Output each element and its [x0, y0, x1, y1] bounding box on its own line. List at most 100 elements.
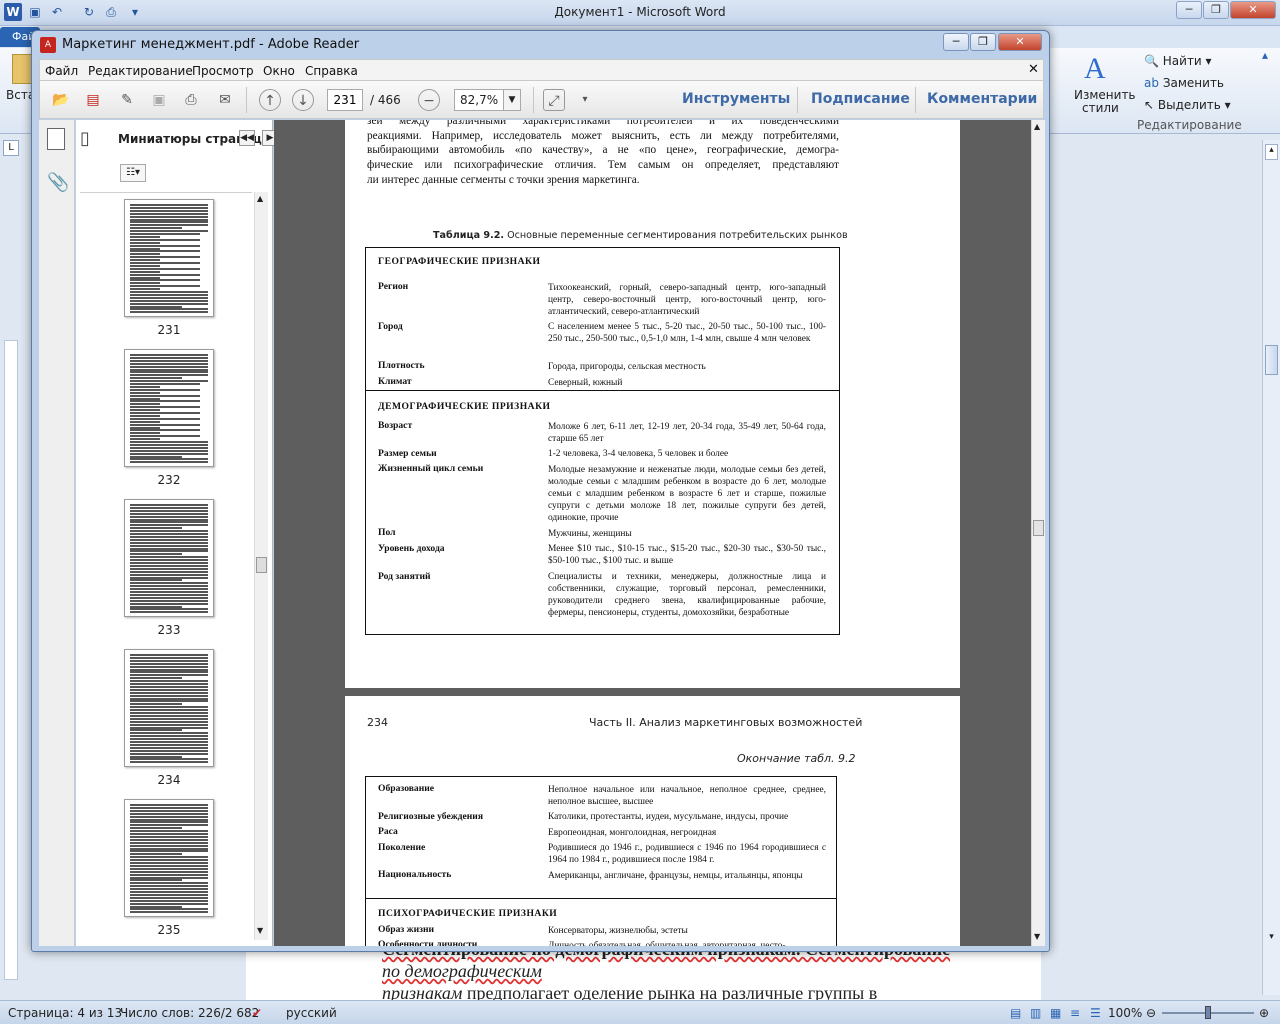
- next-page-icon[interactable]: ↓: [292, 89, 314, 111]
- table-row-value: Молодые незамужние и неженатые люди, мол…: [548, 464, 826, 523]
- word-scroll-down-icon[interactable]: ▾: [1265, 932, 1278, 948]
- menu-view[interactable]: Просмотр: [192, 64, 254, 78]
- change-styles-label[interactable]: Изменить: [1074, 88, 1136, 102]
- demographic-header: ДЕМОГРАФИЧЕСКИЕ ПРИЗНАКИ: [378, 401, 551, 412]
- doc-scroll-down-icon[interactable]: ▼: [1034, 932, 1040, 941]
- outline-icon[interactable]: ≡: [1070, 1006, 1080, 1020]
- ribbon-collapse-icon[interactable]: ▴: [1262, 48, 1268, 62]
- page-thumbnail[interactable]: [124, 499, 214, 617]
- page-thumbnail[interactable]: [124, 649, 214, 767]
- tools-pane-button[interactable]: Инструменты: [682, 91, 790, 107]
- spellcheck-icon[interactable]: ✔: [252, 1006, 262, 1020]
- table-row-value: Тихоокеанский, горный, северо-западный ц…: [548, 282, 826, 317]
- pdf-page: 234 Часть II. Анализ маркетинговых возмо…: [345, 696, 960, 946]
- comment-pane-button[interactable]: Комментарии: [927, 91, 1037, 107]
- table-caption-text: Основные переменные сегментирования потр…: [504, 230, 848, 241]
- table-row-label: Жизненный цикл семьи: [378, 463, 484, 475]
- reader-minimize-button[interactable]: ─: [943, 33, 969, 51]
- edit-icon[interactable]: ✎: [116, 89, 138, 111]
- thumbnail-options-icon[interactable]: ☷▾: [120, 164, 146, 182]
- reader-close-button[interactable]: ✕: [998, 33, 1042, 51]
- page-thumbnail[interactable]: [124, 199, 214, 317]
- document-view[interactable]: зей между различными характеристиками по…: [274, 120, 1031, 946]
- replace-button[interactable]: ab Заменить: [1144, 76, 1224, 90]
- zoom-dropdown-icon[interactable]: ▼: [503, 89, 521, 111]
- table-row-value: Консерваторы, жизнелюбы, эстеты: [548, 925, 688, 936]
- thumbnail-page-number: 232: [157, 473, 181, 487]
- sign-pane-button[interactable]: Подписание: [811, 91, 910, 107]
- zoom-out-icon[interactable]: −: [418, 89, 440, 111]
- close-document-icon[interactable]: ✕: [1028, 62, 1039, 77]
- change-styles-label-2[interactable]: стили: [1082, 101, 1119, 115]
- fit-page-icon[interactable]: ⤢: [543, 89, 565, 111]
- intro-line: реакциями. Например, исследователь может…: [367, 129, 839, 142]
- table-row-label: Род занятий: [378, 570, 431, 582]
- word-maximize-button[interactable]: ❐: [1203, 1, 1229, 19]
- menu-edit[interactable]: Редактирование: [88, 64, 193, 78]
- adobe-reader-window[interactable]: A Маркетинг менеджмент.pdf - Adobe Reade…: [31, 30, 1050, 952]
- zoom-in-icon[interactable]: ⊕: [1259, 1006, 1269, 1020]
- table-row-value: Католики, протестанты, иудеи, мусульмане…: [548, 812, 789, 822]
- thumb-scroll-up-icon[interactable]: ▲: [257, 194, 263, 203]
- table-caption-number: Таблица 9.2.: [433, 230, 505, 241]
- thumbnails-scrollbar[interactable]: ▲ ▼: [254, 192, 268, 940]
- table-row-label: Поколение: [378, 841, 426, 853]
- toolbar-separator: [246, 87, 247, 113]
- intro-line: зей между различными характеристиками по…: [367, 120, 839, 127]
- word-scroll-up-icon[interactable]: ▴: [1265, 144, 1278, 160]
- word-vertical-scrollbar[interactable]: ▴ ▾: [1262, 140, 1280, 995]
- document-scrollbar[interactable]: ▲ ▼: [1031, 120, 1045, 946]
- menu-window[interactable]: Окно: [263, 64, 295, 78]
- email-icon[interactable]: ✉: [214, 89, 236, 111]
- word-close-button[interactable]: ✕: [1230, 1, 1276, 19]
- doc-scroll-up-icon[interactable]: ▲: [1034, 122, 1040, 131]
- word-minimize-button[interactable]: ─: [1176, 1, 1202, 19]
- save-icon[interactable]: ▣: [148, 89, 170, 111]
- select-button[interactable]: ↖ Выделить ▾: [1144, 98, 1231, 112]
- reader-maximize-button[interactable]: ❐: [970, 33, 996, 51]
- open-icon[interactable]: 📂: [50, 89, 72, 111]
- status-language[interactable]: русский: [286, 1006, 337, 1020]
- attachments-icon[interactable]: 📎: [47, 172, 69, 193]
- zoom-level-field[interactable]: 82,7%: [454, 89, 504, 111]
- previous-page-icon[interactable]: ↑: [259, 89, 281, 111]
- table-row-label: Пол: [378, 527, 396, 539]
- find-button[interactable]: 🔍 Найти ▾: [1144, 54, 1212, 68]
- table-row-label: Регион: [378, 281, 409, 292]
- draft-icon[interactable]: ☰: [1090, 1006, 1101, 1020]
- change-styles-icon[interactable]: A: [1084, 52, 1106, 86]
- create-pdf-icon[interactable]: ▤: [82, 89, 104, 111]
- intro-line: ли интерес данные сегменты с точки зрени…: [367, 173, 640, 186]
- status-page[interactable]: Страница: 4 из 13: [8, 1006, 122, 1020]
- page-thumbnail[interactable]: [124, 349, 214, 467]
- print-layout-icon[interactable]: ▤: [1010, 1006, 1021, 1020]
- collapse-pane-icon[interactable]: ◀◀: [239, 130, 255, 146]
- reader-titlebar[interactable]: A Маркетинг менеджмент.pdf - Adobe Reade…: [32, 31, 1049, 59]
- word-scroll-thumb[interactable]: [1265, 345, 1278, 375]
- menu-file[interactable]: Файл: [45, 64, 78, 78]
- status-word-count[interactable]: Число слов: 226/2 682: [120, 1006, 259, 1020]
- full-screen-icon[interactable]: ▥: [1030, 1006, 1041, 1020]
- page-thumbnails-icon[interactable]: [47, 128, 65, 150]
- word-document-page[interactable]: Сегментирование по демографическим призн…: [246, 939, 1041, 1003]
- doc-scroll-thumb[interactable]: [1033, 520, 1044, 536]
- menu-help[interactable]: Справка: [305, 64, 358, 78]
- status-zoom[interactable]: 100%: [1108, 1006, 1142, 1020]
- page-number-input[interactable]: [327, 89, 363, 111]
- table-row-label: Размер семьи: [378, 447, 437, 459]
- table-row-value: 1-2 человека, 3-4 человека, 5 человек и …: [548, 449, 729, 460]
- page-thumbnail[interactable]: [124, 799, 214, 917]
- thumb-scroll-thumb[interactable]: [256, 557, 267, 573]
- zoom-out-icon[interactable]: ⊖: [1146, 1006, 1156, 1020]
- thumbnails-list[interactable]: 231 232 233 234 235: [80, 192, 252, 940]
- pdf-page: зей между различными характеристиками по…: [345, 120, 960, 688]
- table-row-value: Моложе 6 лет, 6-11 лет, 12-19 лет, 20-34…: [548, 421, 826, 444]
- print-icon[interactable]: ⎙: [180, 89, 202, 111]
- tab-selector-icon[interactable]: L: [3, 140, 19, 156]
- segmentation-table: ГЕОГРАФИЧЕСКИЕ ПРИЗНАКИ Регион Тихоокеанс…: [365, 247, 840, 635]
- zoom-slider-thumb[interactable]: [1205, 1006, 1211, 1019]
- web-layout-icon[interactable]: ▦: [1050, 1006, 1061, 1020]
- thumb-scroll-down-icon[interactable]: ▼: [257, 926, 263, 935]
- reader-window-title: Маркетинг менеджмент.pdf - Adobe Reader: [62, 37, 360, 52]
- toolbar-more-icon[interactable]: ▾: [574, 89, 596, 111]
